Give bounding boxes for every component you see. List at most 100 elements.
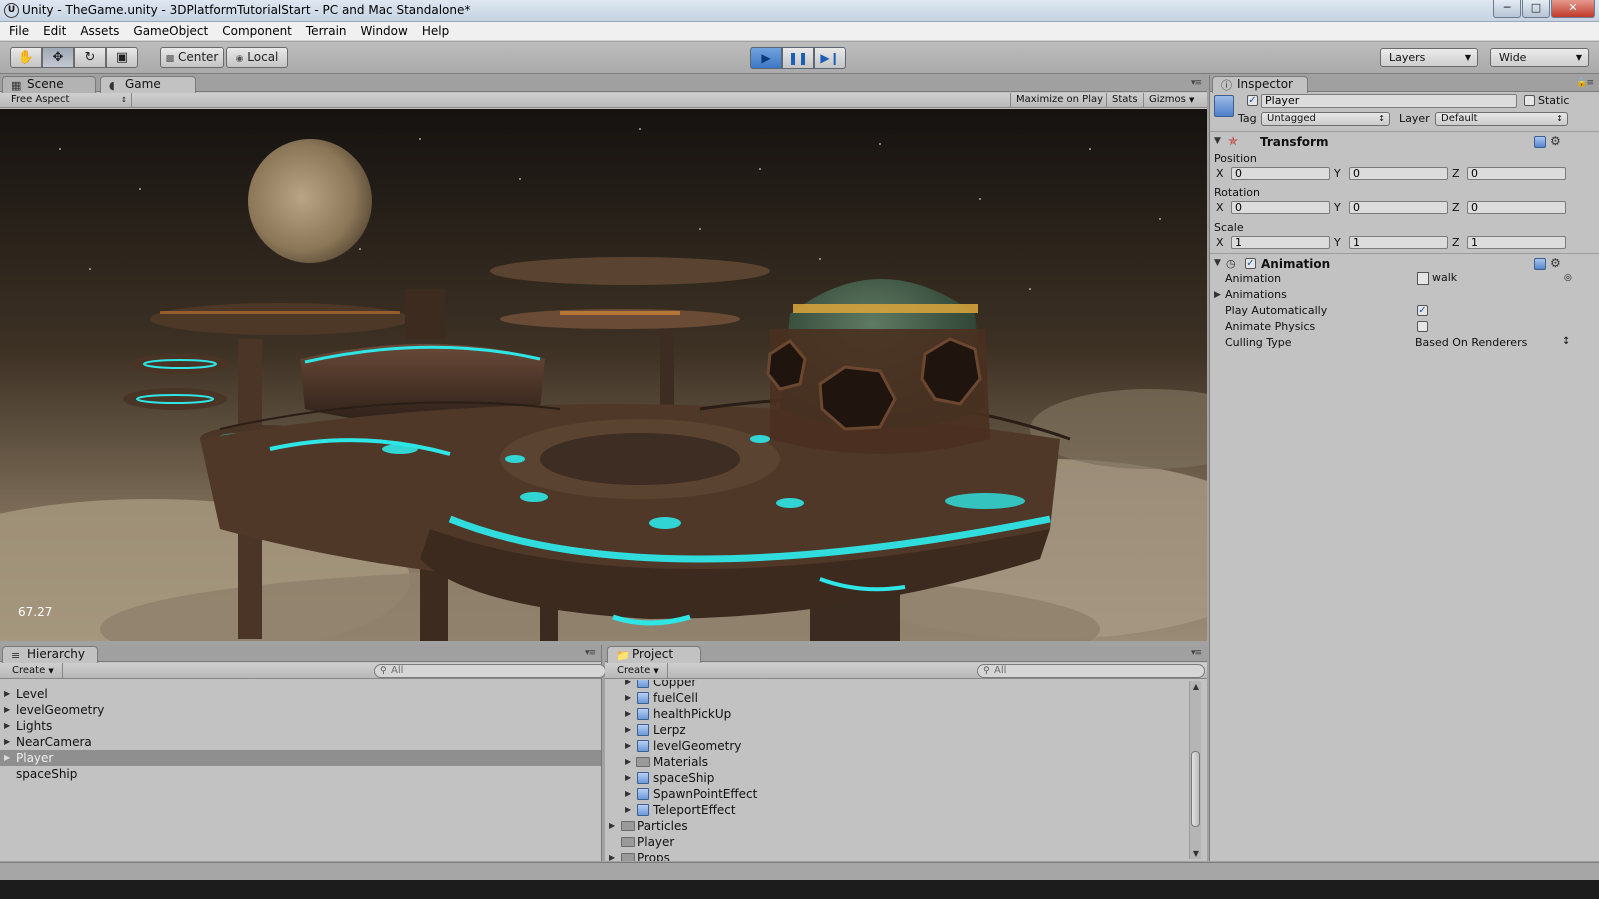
scrollbar-thumb[interactable] xyxy=(1191,751,1200,827)
animate-physics-checkbox[interactable] xyxy=(1417,321,1428,332)
help-book-icon[interactable] xyxy=(1534,136,1546,148)
menu-help[interactable]: Help xyxy=(415,22,456,41)
animation-enabled-checkbox[interactable]: ✓ xyxy=(1245,258,1256,269)
scale-z-field[interactable]: 1 xyxy=(1467,236,1566,249)
project-item-particles[interactable]: ▶ Particles xyxy=(605,818,1207,834)
project-search-input[interactable]: ⚲ All xyxy=(977,664,1205,678)
tab-game[interactable]: ◖ Game xyxy=(100,76,196,93)
layout-dropdown[interactable]: Wide ▼ xyxy=(1490,48,1589,67)
layer-dropdown[interactable]: Default ↕ xyxy=(1435,112,1568,126)
active-checkbox[interactable]: ✓ xyxy=(1247,95,1258,106)
hierarchy-item-spaceship[interactable]: spaceShip xyxy=(0,766,601,782)
menu-terrain[interactable]: Terrain xyxy=(299,22,354,41)
static-checkbox[interactable] xyxy=(1524,95,1535,106)
fold-right-icon[interactable]: ▶ xyxy=(625,802,631,818)
scroll-down-icon[interactable]: ▼ xyxy=(1190,849,1202,858)
menu-file[interactable]: File xyxy=(2,22,36,41)
layers-dropdown[interactable]: Layers ▼ xyxy=(1380,48,1478,67)
scroll-up-icon[interactable]: ▲ xyxy=(1190,682,1202,691)
animation-header[interactable]: ▼ ◷ ✓ Animation ⚙ xyxy=(1210,253,1599,273)
menu-gameobject[interactable]: GameObject xyxy=(126,22,215,41)
position-z-field[interactable]: 0 xyxy=(1467,167,1566,180)
project-item-healthpickup[interactable]: ▶ healthPickUp xyxy=(605,706,1207,722)
tag-dropdown[interactable]: Untagged ↕ xyxy=(1261,112,1390,126)
panel-menu-icon[interactable]: ▾≡ xyxy=(1191,648,1202,658)
gear-icon[interactable]: ⚙ xyxy=(1550,134,1561,148)
panel-menu-icon[interactable]: ▾≡ xyxy=(585,648,596,658)
hierarchy-item-player[interactable]: ▶ Player xyxy=(0,750,601,766)
fold-right-icon[interactable]: ▶ xyxy=(625,786,631,802)
play-automatically-checkbox[interactable]: ✓ xyxy=(1417,305,1428,316)
hand-tool-icon[interactable]: ✋ xyxy=(10,47,42,68)
fold-right-icon[interactable]: ▶ xyxy=(4,718,10,734)
project-item-fuelcell[interactable]: ▶ fuelCell xyxy=(605,690,1207,706)
project-item-props[interactable]: ▶ Props xyxy=(605,850,1207,861)
project-item-copper[interactable]: ▶ Copper xyxy=(605,680,1207,690)
pivot-center-button[interactable]: ▩ Center xyxy=(160,47,224,68)
rotation-z-field[interactable]: 0 xyxy=(1467,201,1566,214)
fold-right-icon[interactable]: ▶ xyxy=(609,850,615,861)
game-viewport[interactable]: 67.27 xyxy=(0,109,1207,641)
maximize-on-play-toggle[interactable]: Maximize on Play xyxy=(1010,93,1108,108)
rotation-x-field[interactable]: 0 xyxy=(1231,201,1330,214)
menu-component[interactable]: Component xyxy=(215,22,299,41)
object-name-field[interactable]: Player xyxy=(1261,94,1517,108)
rotation-y-field[interactable]: 0 xyxy=(1349,201,1448,214)
help-book-icon[interactable] xyxy=(1534,258,1546,270)
hierarchy-item-nearcamera[interactable]: ▶ NearCamera xyxy=(0,734,601,750)
fold-right-icon[interactable]: ▶ xyxy=(625,770,631,786)
fold-right-icon[interactable]: ▶ xyxy=(625,722,631,738)
move-tool-icon[interactable]: ✥ xyxy=(42,47,74,68)
fold-right-icon[interactable]: ▶ xyxy=(4,750,10,766)
tab-project[interactable]: 📁 Project xyxy=(607,646,701,663)
project-item-lerpz[interactable]: ▶ Lerpz xyxy=(605,722,1207,738)
close-button[interactable]: ✕ xyxy=(1551,0,1595,18)
scale-y-field[interactable]: 1 xyxy=(1349,236,1448,249)
project-item-spawnpointeffect[interactable]: ▶ SpawnPointEffect xyxy=(605,786,1207,802)
hierarchy-item-levelgeometry[interactable]: ▶ levelGeometry xyxy=(0,702,601,718)
tab-scene[interactable]: ▦ Scene xyxy=(2,76,96,93)
stats-toggle[interactable]: Stats xyxy=(1106,93,1143,108)
tab-inspector[interactable]: ⓘ Inspector xyxy=(1212,76,1308,93)
position-y-field[interactable]: 0 xyxy=(1349,167,1448,180)
rotate-tool-icon[interactable]: ↻ xyxy=(74,47,106,68)
panel-menu-icon[interactable]: ▾≡ xyxy=(1191,78,1202,88)
project-item-teleporteffect[interactable]: ▶ TeleportEffect xyxy=(605,802,1207,818)
fold-right-icon[interactable]: ▶ xyxy=(625,754,631,770)
transform-header[interactable]: ▼ ✯ Transform ⚙ xyxy=(1210,131,1599,151)
fold-right-icon[interactable]: ▶ xyxy=(4,734,10,750)
project-scrollbar[interactable]: ▲ ▼ xyxy=(1189,681,1201,859)
project-item-spaceship[interactable]: ▶ spaceShip xyxy=(605,770,1207,786)
project-create-button[interactable]: Create ▼ xyxy=(610,663,668,679)
hierarchy-item-level[interactable]: ▶ Level xyxy=(0,686,601,702)
pivot-local-button[interactable]: ◉ Local xyxy=(226,47,288,68)
project-item-materials[interactable]: ▶ Materials xyxy=(605,754,1207,770)
lock-icon[interactable]: 🔒≡ xyxy=(1576,78,1594,88)
fold-right-icon[interactable]: ▶ xyxy=(625,680,631,690)
fold-right-icon[interactable]: ▶ xyxy=(625,706,631,722)
pause-button[interactable]: ❚❚ xyxy=(782,47,814,69)
menu-edit[interactable]: Edit xyxy=(36,22,73,41)
maximize-button[interactable]: □ xyxy=(1522,0,1550,18)
minimize-button[interactable]: ─ xyxy=(1493,0,1521,18)
position-x-field[interactable]: 0 xyxy=(1231,167,1330,180)
gear-icon[interactable]: ⚙ xyxy=(1550,256,1561,270)
scale-x-field[interactable]: 1 xyxy=(1231,236,1330,249)
hierarchy-item-lights[interactable]: ▶ Lights xyxy=(0,718,601,734)
menu-window[interactable]: Window xyxy=(354,22,415,41)
gizmos-dropdown[interactable]: Gizmos ▼ xyxy=(1143,93,1207,108)
tab-hierarchy[interactable]: ≡ Hierarchy xyxy=(2,646,98,663)
step-button[interactable]: ▶❙ xyxy=(814,47,846,69)
fold-right-icon[interactable]: ▶ xyxy=(625,690,631,706)
fold-right-icon[interactable]: ▶ xyxy=(609,818,615,834)
fold-right-icon[interactable]: ▶ xyxy=(4,686,10,702)
project-item-levelgeometry[interactable]: ▶ levelGeometry xyxy=(605,738,1207,754)
scale-tool-icon[interactable]: ▣ xyxy=(106,47,138,68)
hierarchy-create-button[interactable]: Create ▼ xyxy=(5,663,63,679)
fold-right-icon[interactable]: ▶ xyxy=(625,738,631,754)
project-item-player[interactable]: Player xyxy=(605,834,1207,850)
fold-right-icon[interactable]: ▶ xyxy=(1214,290,1221,300)
menu-assets[interactable]: Assets xyxy=(73,22,126,41)
aspect-dropdown[interactable]: Free Aspect ↕ xyxy=(6,93,132,108)
hierarchy-search-input[interactable]: ⚲ All xyxy=(374,664,606,678)
